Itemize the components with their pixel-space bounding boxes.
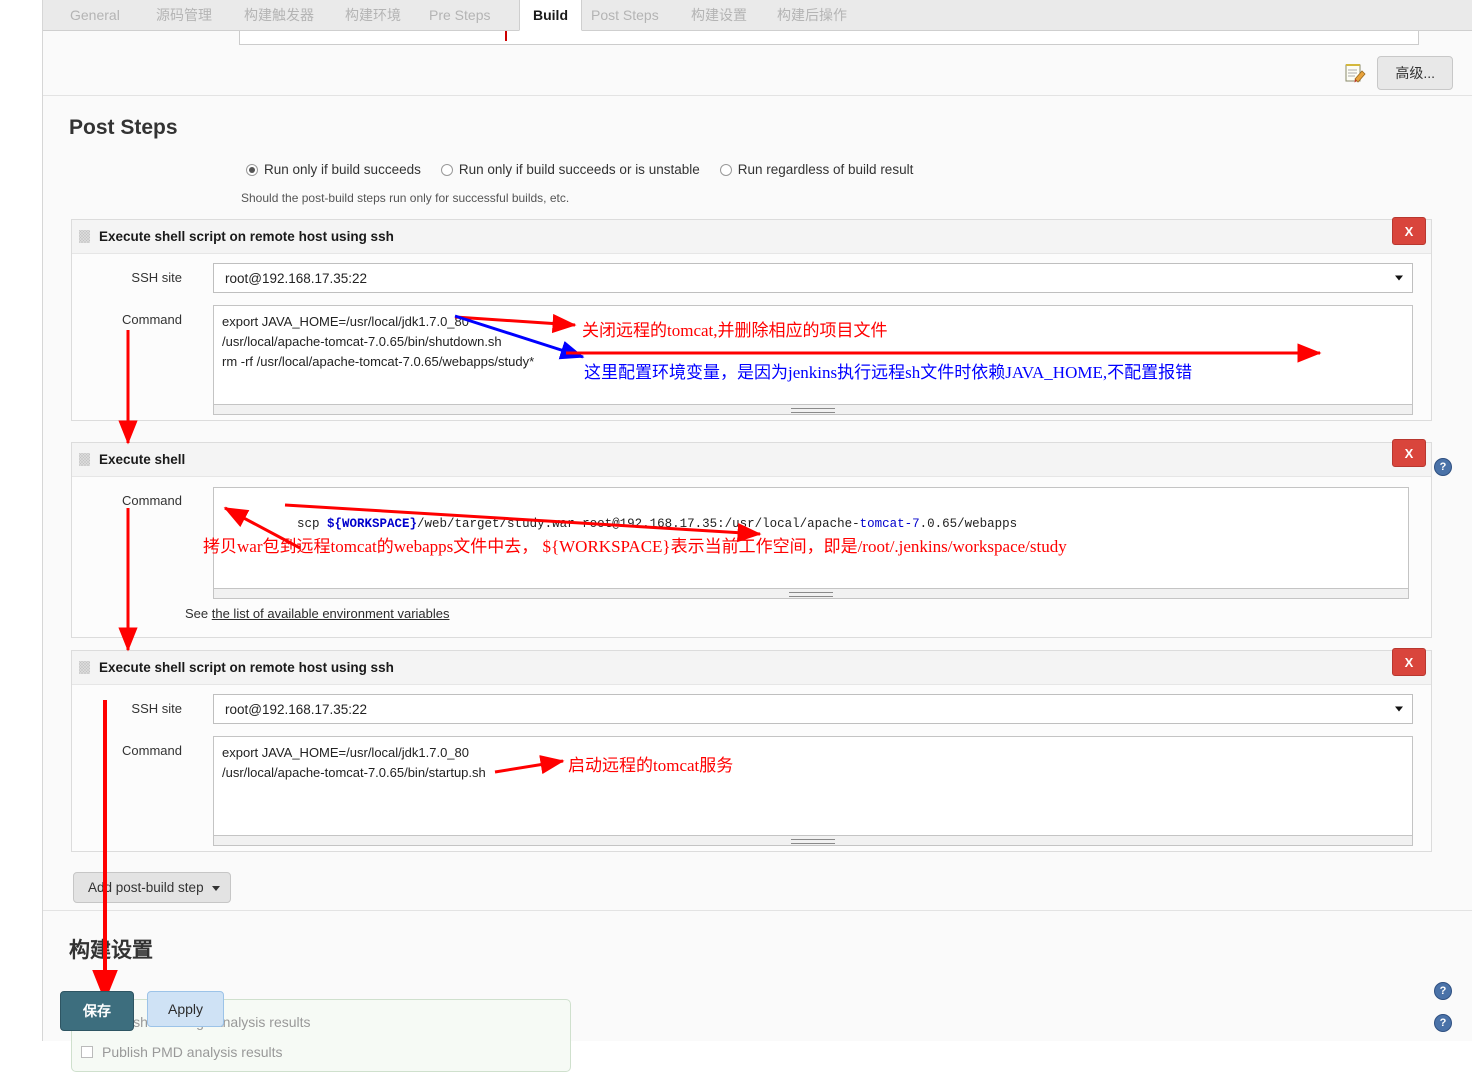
step-1-command-textarea[interactable]: export JAVA_HOME=/usr/local/jdk1.7.0_80 … [213, 305, 1413, 405]
step-1-command-label: Command [122, 312, 182, 327]
post-steps-hint: Should the post-build steps run only for… [241, 191, 570, 205]
text-caret [505, 31, 507, 41]
post-steps-radio-group: Run only if build succeeds Run only if b… [246, 162, 927, 177]
step-3-ssh-site-label: SSH site [131, 701, 182, 716]
step-2-help-icon[interactable]: ? [1434, 458, 1452, 476]
jenkins-job-config-page: General 源码管理 构建触发器 构建环境 Pre Steps Build … [0, 0, 1472, 1072]
tab-build[interactable]: Build [519, 0, 582, 31]
config-tab-bar: General 源码管理 构建触发器 构建环境 Pre Steps Build … [43, 0, 1472, 31]
step-1-ssh-site-label: SSH site [131, 270, 182, 285]
toolbar-divider [43, 95, 1472, 96]
drag-handle-icon[interactable] [79, 453, 90, 466]
drag-handle-icon[interactable] [79, 661, 90, 674]
step-3-command-label: Command [122, 743, 182, 758]
step-1-title: Execute shell script on remote host usin… [99, 229, 394, 244]
advanced-toolbar: 高级... [1344, 56, 1453, 90]
chevron-down-icon [1395, 706, 1403, 712]
radio-label-run-only-if-succeeds[interactable]: Run only if build succeeds [264, 162, 421, 177]
step-2-title: Execute shell [99, 452, 186, 467]
radio-label-run-if-succeeds-or-unstable[interactable]: Run only if build succeeds or is unstabl… [459, 162, 700, 177]
tab-pre-steps[interactable]: Pre Steps [416, 0, 503, 31]
pmd-help-icon[interactable]: ? [1434, 1014, 1452, 1032]
step-3-ssh-site-value: root@192.168.17.35:22 [225, 701, 368, 717]
step-3-command-textarea[interactable]: export JAVA_HOME=/usr/local/jdk1.7.0_80 … [213, 736, 1413, 836]
step-1-ssh-site-select[interactable]: root@192.168.17.35:22 [213, 263, 1413, 293]
env-vars-hint: See the list of available environment va… [185, 606, 450, 621]
tab-scm[interactable]: 源码管理 [143, 0, 225, 31]
post-steps-title: Post Steps [69, 116, 178, 139]
step-1-header: Execute shell script on remote host usin… [72, 220, 1431, 254]
config-body: 高级... Post Steps Run only if build succe… [43, 31, 1472, 1072]
build-settings-divider [43, 910, 1472, 911]
step-3-ssh-site-select[interactable]: root@192.168.17.35:22 [213, 694, 1413, 724]
radio-run-if-succeeds-or-unstable[interactable] [440, 163, 453, 176]
form-footer-buttons: 保存 Apply [60, 991, 225, 1031]
step-block-ssh-shutdown: Execute shell script on remote host usin… [71, 219, 1432, 421]
step-3-textarea-resize-grip[interactable] [213, 836, 1413, 846]
add-post-build-step-label: Add post-build step [88, 880, 204, 895]
step-2-command-textarea[interactable]: scp ${WORKSPACE}/web/target/study.war ro… [213, 487, 1409, 589]
step-2-command-label: Command [122, 493, 182, 508]
tab-build-env[interactable]: 构建环境 [332, 0, 414, 31]
page-left-margin [0, 0, 42, 1041]
notepad-pencil-icon [1344, 62, 1366, 84]
chevron-down-icon [211, 885, 220, 891]
chevron-down-icon [1395, 275, 1403, 281]
step-2-header: Execute shell [72, 443, 1431, 477]
tab-post-build-actions[interactable]: 构建后操作 [764, 0, 860, 31]
step-block-execute-shell: Execute shell Command scp ${WORKSPACE}/w… [71, 442, 1432, 638]
tab-post-steps[interactable]: Post Steps [578, 0, 672, 31]
tab-build-trigger[interactable]: 构建触发器 [231, 0, 327, 31]
radio-run-regardless[interactable] [719, 163, 732, 176]
save-button[interactable]: 保存 [60, 991, 134, 1031]
step-1-textarea-resize-grip[interactable] [213, 405, 1413, 415]
step-block-ssh-startup: Execute shell script on remote host usin… [71, 650, 1432, 852]
build-settings-title: 构建设置 [69, 938, 153, 962]
previous-step-textarea-remnant[interactable] [239, 31, 1419, 45]
advanced-button[interactable]: 高级... [1377, 56, 1453, 90]
delete-step-2-button[interactable]: X [1392, 439, 1426, 467]
add-post-build-step-button[interactable]: Add post-build step [73, 872, 231, 903]
delete-step-1-button[interactable]: X [1392, 217, 1426, 245]
tab-general[interactable]: General [57, 0, 133, 31]
step-3-header: Execute shell script on remote host usin… [72, 651, 1431, 685]
pmd-checkbox[interactable] [81, 1046, 93, 1058]
step-3-title: Execute shell script on remote host usin… [99, 660, 394, 675]
radio-label-run-regardless[interactable]: Run regardless of build result [738, 162, 914, 177]
pmd-label: Publish PMD analysis results [102, 1044, 283, 1060]
config-content-area: General 源码管理 构建触发器 构建环境 Pre Steps Build … [42, 0, 1472, 1072]
checkbox-row-pmd[interactable]: Publish PMD analysis results [81, 1044, 283, 1060]
delete-step-3-button[interactable]: X [1392, 648, 1426, 676]
findbugs-help-icon[interactable]: ? [1434, 982, 1452, 1000]
env-vars-see-label: See [185, 606, 212, 621]
step-1-ssh-site-value: root@192.168.17.35:22 [225, 270, 368, 286]
radio-run-only-if-succeeds[interactable] [246, 163, 258, 176]
step-2-textarea-resize-grip[interactable] [213, 589, 1409, 599]
apply-button[interactable]: Apply [147, 991, 225, 1027]
env-vars-link[interactable]: the list of available environment variab… [212, 606, 450, 621]
drag-handle-icon[interactable] [79, 230, 90, 243]
tab-build-settings[interactable]: 构建设置 [678, 0, 760, 31]
